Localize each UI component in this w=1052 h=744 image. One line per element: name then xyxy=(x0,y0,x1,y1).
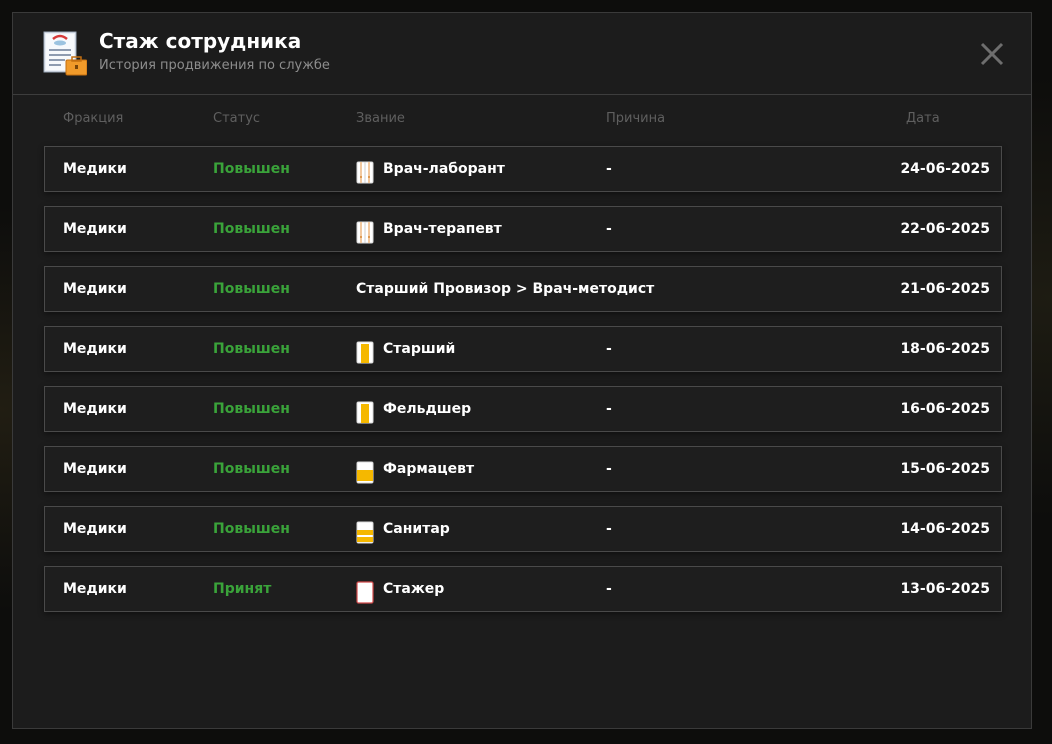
date-cell: 22-06-2025 xyxy=(900,221,990,237)
status-cell: Повышен xyxy=(213,341,290,357)
status-cell: Повышен xyxy=(213,401,290,417)
faction-cell: Медики xyxy=(63,281,127,297)
faction-cell: Медики xyxy=(63,161,127,177)
modal-title: Стаж сотрудника xyxy=(99,29,302,53)
reason-cell: - xyxy=(606,221,612,237)
column-status: Статус xyxy=(213,111,261,126)
faction-cell: Медики xyxy=(63,221,127,237)
rank-cell: Врач-лаборант xyxy=(356,147,505,191)
column-date: Дата xyxy=(906,111,940,126)
history-row: Медики Повышен Фельдшер - 16-06-2025 xyxy=(44,386,1002,432)
reason-cell: - xyxy=(606,461,612,477)
status-cell: Принят xyxy=(213,581,272,597)
reason-cell: - xyxy=(606,521,612,537)
rank-label: Фельдшер xyxy=(383,401,472,417)
rank-label: Стажер xyxy=(383,581,445,597)
rank-cell: Санитар xyxy=(356,507,450,551)
history-row: Медики Повышен Фармацевт - 15-06-2025 xyxy=(44,446,1002,492)
white-coat-icon xyxy=(356,218,374,243)
rank-cell: Старший xyxy=(356,327,455,371)
date-cell: 18-06-2025 xyxy=(900,341,990,357)
rank-label: Фармацевт xyxy=(383,461,475,477)
status-cell: Повышен xyxy=(213,461,290,477)
rank-label: Санитар xyxy=(383,521,450,537)
faction-cell: Медики xyxy=(63,461,127,477)
reason-cell: - xyxy=(606,341,612,357)
history-row: Медики Повышен Старший - 18-06-2025 xyxy=(44,326,1002,372)
yellow-stripe-badge-icon xyxy=(356,338,374,363)
rank-cell: Фармацевт xyxy=(356,447,474,491)
history-row: Медики Повышен Санитар - 14-06-2025 xyxy=(44,506,1002,552)
faction-cell: Медики xyxy=(63,581,127,597)
rank-cell: Фельдшер xyxy=(356,387,471,431)
rank-label: Старший xyxy=(383,341,456,357)
column-reason: Причина xyxy=(606,111,666,126)
column-faction: Фракция xyxy=(63,111,124,126)
faction-cell: Медики xyxy=(63,521,127,537)
faction-cell: Медики xyxy=(63,341,127,357)
faction-cell: Медики xyxy=(63,401,127,417)
service-record-modal: Стаж сотрудника История продвижения по с… xyxy=(12,12,1032,729)
modal-header: Стаж сотрудника История продвижения по с… xyxy=(13,13,1031,95)
history-row: Медики Принят Стажер - 13-06-2025 xyxy=(44,566,1002,612)
status-cell: Повышен xyxy=(213,221,290,237)
rank-label: Врач-лаборант xyxy=(383,161,505,177)
status-cell: Повышен xyxy=(213,281,290,297)
history-row: Медики Повышен Врач-терапевт - 22-06-2025 xyxy=(44,206,1002,252)
rank-label: Старший Провизор > Врач-методист xyxy=(356,281,655,297)
date-cell: 16-06-2025 xyxy=(900,401,990,417)
reason-cell: - xyxy=(606,161,612,177)
status-cell: Повышен xyxy=(213,521,290,537)
date-cell: 14-06-2025 xyxy=(900,521,990,537)
date-cell: 24-06-2025 xyxy=(900,161,990,177)
modal-subtitle: История продвижения по службе xyxy=(99,58,330,73)
history-list: Медики Повышен Врач-лаборант -24-06-2025 Мед… xyxy=(44,146,1002,626)
history-row: Медики Повышен Врач-лаборант - 24-06-2025 xyxy=(44,146,1002,192)
rank-cell: Старший Провизор > Врач-методист xyxy=(356,267,654,311)
rank-cell: Стажер xyxy=(356,567,444,611)
yellow-band-badge-icon xyxy=(356,458,374,483)
column-rank: Звание xyxy=(356,111,405,126)
yellow-double-band-badge-icon xyxy=(356,518,374,543)
reason-cell: - xyxy=(606,401,612,417)
white-red-outline-badge-icon xyxy=(356,578,374,604)
rank-label: Врач-терапевт xyxy=(383,221,502,237)
date-cell: 15-06-2025 xyxy=(900,461,990,477)
close-icon[interactable] xyxy=(979,41,1005,67)
table-header: Фракция Статус Звание Причина Дата xyxy=(13,111,1031,131)
yellow-stripe-badge-icon xyxy=(356,398,374,423)
rank-cell: Врач-терапевт xyxy=(356,207,502,251)
date-cell: 21-06-2025 xyxy=(900,281,990,297)
white-coat-icon xyxy=(356,158,374,183)
reason-cell: - xyxy=(606,581,612,597)
history-row: Медики Повышен Старший Провизор > Врач-мет… xyxy=(44,266,1002,312)
date-cell: 13-06-2025 xyxy=(900,581,990,597)
status-cell: Повышен xyxy=(213,161,290,177)
service-record-document-icon xyxy=(43,31,87,76)
